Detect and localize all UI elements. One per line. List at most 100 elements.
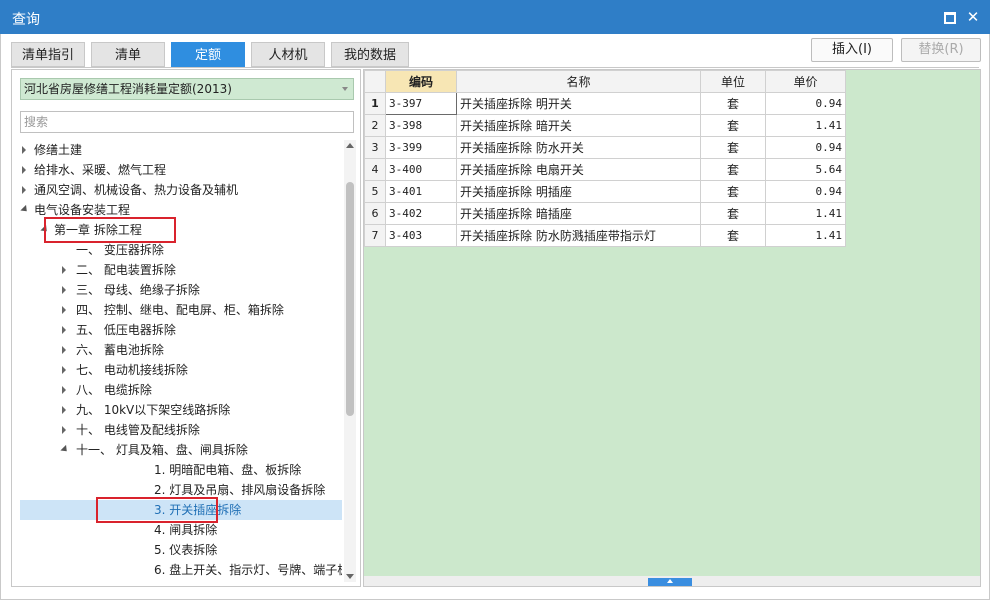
code-cell[interactable]: 3-397 bbox=[385, 92, 457, 115]
table-row[interactable]: 7 3-403 开关插座拆除 防水防溅插座带指示灯套 1.41 bbox=[364, 224, 846, 247]
category-tree: 修缮土建 给排水、采暖、燃气工程 通风空调、机械设备、热力设备及辅机 电气设备安装工程… bbox=[20, 140, 342, 580]
tab-my-data[interactable]: 我的数据 bbox=[331, 42, 409, 67]
table-row[interactable]: 6 3-402 开关插座拆除 暗插座套 1.41 bbox=[364, 202, 846, 225]
tree-node[interactable]: 一、 变压器拆除 bbox=[20, 240, 342, 260]
table-row[interactable]: 4 3-400 开关插座拆除 电扇开关套 5.64 bbox=[364, 158, 846, 181]
collapsed-arrow-icon[interactable] bbox=[60, 300, 70, 320]
tree-node[interactable]: 二、 配电装置拆除 bbox=[20, 260, 342, 280]
name-cell[interactable]: 开关插座拆除 明插座 bbox=[456, 180, 701, 203]
tab-materials[interactable]: 人材机 bbox=[251, 42, 325, 67]
tab-guide[interactable]: 清单指引 bbox=[11, 42, 85, 67]
name-cell[interactable]: 开关插座拆除 明开关 bbox=[456, 92, 701, 115]
scroll-thumb[interactable] bbox=[346, 182, 354, 416]
tree-node[interactable]: 通风空调、机械设备、热力设备及辅机 bbox=[20, 180, 342, 200]
name-cell[interactable]: 开关插座拆除 防水防溅插座带指示灯 bbox=[456, 224, 701, 247]
tree-node[interactable]: 七、 电动机接线拆除 bbox=[20, 360, 342, 380]
row-number[interactable]: 4 bbox=[364, 158, 386, 181]
tree-node[interactable]: 5. 仪表拆除 bbox=[20, 540, 342, 560]
row-number[interactable]: 7 bbox=[364, 224, 386, 247]
tree-node[interactable]: 十一、 灯具及箱、盘、闸具拆除 bbox=[20, 440, 342, 460]
collapsed-arrow-icon[interactable] bbox=[60, 400, 70, 420]
unit-cell[interactable]: 套 bbox=[700, 92, 766, 115]
tree-node[interactable]: 给排水、采暖、燃气工程 bbox=[20, 160, 342, 180]
row-number[interactable]: 1 bbox=[364, 92, 386, 115]
tab-list[interactable]: 清单 bbox=[91, 42, 165, 67]
insert-button[interactable]: 插入(I) bbox=[811, 38, 893, 62]
collapsed-arrow-icon[interactable] bbox=[60, 340, 70, 360]
collapsed-arrow-icon[interactable] bbox=[20, 160, 30, 180]
scroll-down-icon[interactable] bbox=[346, 574, 354, 579]
row-number[interactable]: 2 bbox=[364, 114, 386, 137]
tab-quota[interactable]: 定额 bbox=[171, 42, 245, 67]
code-cell[interactable]: 3-399 bbox=[385, 136, 457, 159]
search-input[interactable] bbox=[20, 111, 354, 133]
tree-node[interactable]: 三、 母线、绝缘子拆除 bbox=[20, 280, 342, 300]
expanded-arrow-icon[interactable] bbox=[20, 200, 30, 220]
replace-button[interactable]: 替换(R) bbox=[901, 38, 981, 62]
price-cell[interactable]: 5.64 bbox=[765, 158, 846, 181]
maximize-icon[interactable] bbox=[940, 8, 958, 26]
tree-scrollbar[interactable] bbox=[344, 140, 356, 582]
code-cell[interactable]: 3-401 bbox=[385, 180, 457, 203]
column-header-name[interactable]: 名称 bbox=[456, 70, 701, 93]
unit-cell[interactable]: 套 bbox=[700, 136, 766, 159]
table-row[interactable]: 3 3-399 开关插座拆除 防水开关套 0.94 bbox=[364, 136, 846, 159]
code-cell[interactable]: 3-403 bbox=[385, 224, 457, 247]
price-cell[interactable]: 0.94 bbox=[765, 136, 846, 159]
expanded-arrow-icon[interactable] bbox=[60, 440, 70, 460]
tree-node[interactable]: 1. 明暗配电箱、盘、板拆除 bbox=[20, 460, 342, 480]
tree-node[interactable]: 六、 蓄电池拆除 bbox=[20, 340, 342, 360]
column-header-unit[interactable]: 单位 bbox=[700, 70, 766, 93]
price-cell[interactable]: 0.94 bbox=[765, 92, 846, 115]
collapsed-arrow-icon[interactable] bbox=[60, 420, 70, 440]
tab-divider bbox=[11, 67, 979, 68]
table-row[interactable]: 2 3-398 开关插座拆除 暗开关套 1.41 bbox=[364, 114, 846, 137]
collapsed-arrow-icon[interactable] bbox=[60, 280, 70, 300]
column-header-price[interactable]: 单价 bbox=[765, 70, 846, 93]
name-cell[interactable]: 开关插座拆除 暗开关 bbox=[456, 114, 701, 137]
tree-node[interactable]: 6. 盘上开关、指示灯、号牌、端子板、电... bbox=[20, 560, 342, 580]
code-cell[interactable]: 3-400 bbox=[385, 158, 457, 181]
tree-node-label: 十、 电线管及配线拆除 bbox=[76, 423, 200, 437]
close-icon[interactable]: ✕ bbox=[964, 8, 982, 26]
collapsed-arrow-icon[interactable] bbox=[60, 380, 70, 400]
tree-node[interactable]: 4. 闸具拆除 bbox=[20, 520, 342, 540]
tree-node[interactable]: 八、 电缆拆除 bbox=[20, 380, 342, 400]
row-number[interactable]: 6 bbox=[364, 202, 386, 225]
name-cell[interactable]: 开关插座拆除 暗插座 bbox=[456, 202, 701, 225]
row-number[interactable]: 3 bbox=[364, 136, 386, 159]
column-header-code[interactable]: 编码 bbox=[385, 70, 457, 93]
table-row[interactable]: 1 3-397 开关插座拆除 明开关套 0.94 bbox=[364, 92, 846, 115]
price-cell[interactable]: 1.41 bbox=[765, 114, 846, 137]
price-cell[interactable]: 0.94 bbox=[765, 180, 846, 203]
tree-node[interactable]: 九、 10kV以下架空线路拆除 bbox=[20, 400, 342, 420]
row-number[interactable]: 5 bbox=[364, 180, 386, 203]
collapsed-arrow-icon[interactable] bbox=[20, 180, 30, 200]
tree-node[interactable]: 五、 低压电器拆除 bbox=[20, 320, 342, 340]
scroll-up-icon[interactable] bbox=[346, 143, 354, 148]
name-cell[interactable]: 开关插座拆除 电扇开关 bbox=[456, 158, 701, 181]
unit-cell[interactable]: 套 bbox=[700, 158, 766, 181]
chevron-down-icon[interactable] bbox=[342, 87, 348, 91]
name-cell[interactable]: 开关插座拆除 防水开关 bbox=[456, 136, 701, 159]
collapsed-arrow-icon[interactable] bbox=[60, 360, 70, 380]
code-cell[interactable]: 3-398 bbox=[385, 114, 457, 137]
tree-node[interactable]: 十、 电线管及配线拆除 bbox=[20, 420, 342, 440]
grid-scrollbar[interactable] bbox=[364, 576, 980, 586]
collapsed-arrow-icon[interactable] bbox=[60, 320, 70, 340]
tree-node-label: 给排水、采暖、燃气工程 bbox=[34, 163, 167, 177]
tree-node[interactable]: 四、 控制、继电、配电屏、柜、箱拆除 bbox=[20, 300, 342, 320]
unit-cell[interactable]: 套 bbox=[700, 202, 766, 225]
unit-cell[interactable]: 套 bbox=[700, 114, 766, 137]
collapsed-arrow-icon[interactable] bbox=[60, 260, 70, 280]
unit-cell[interactable]: 套 bbox=[700, 180, 766, 203]
collapsed-arrow-icon[interactable] bbox=[20, 140, 30, 160]
unit-cell[interactable]: 套 bbox=[700, 224, 766, 247]
code-cell[interactable]: 3-402 bbox=[385, 202, 457, 225]
price-cell[interactable]: 1.41 bbox=[765, 224, 846, 247]
quota-library-select[interactable]: 河北省房屋修缮工程消耗量定额(2013) bbox=[20, 78, 354, 100]
price-cell[interactable]: 1.41 bbox=[765, 202, 846, 225]
table-row[interactable]: 5 3-401 开关插座拆除 明插座套 0.94 bbox=[364, 180, 846, 203]
collapse-arrow-icon[interactable] bbox=[648, 578, 692, 586]
tree-node[interactable]: 修缮土建 bbox=[20, 140, 342, 160]
